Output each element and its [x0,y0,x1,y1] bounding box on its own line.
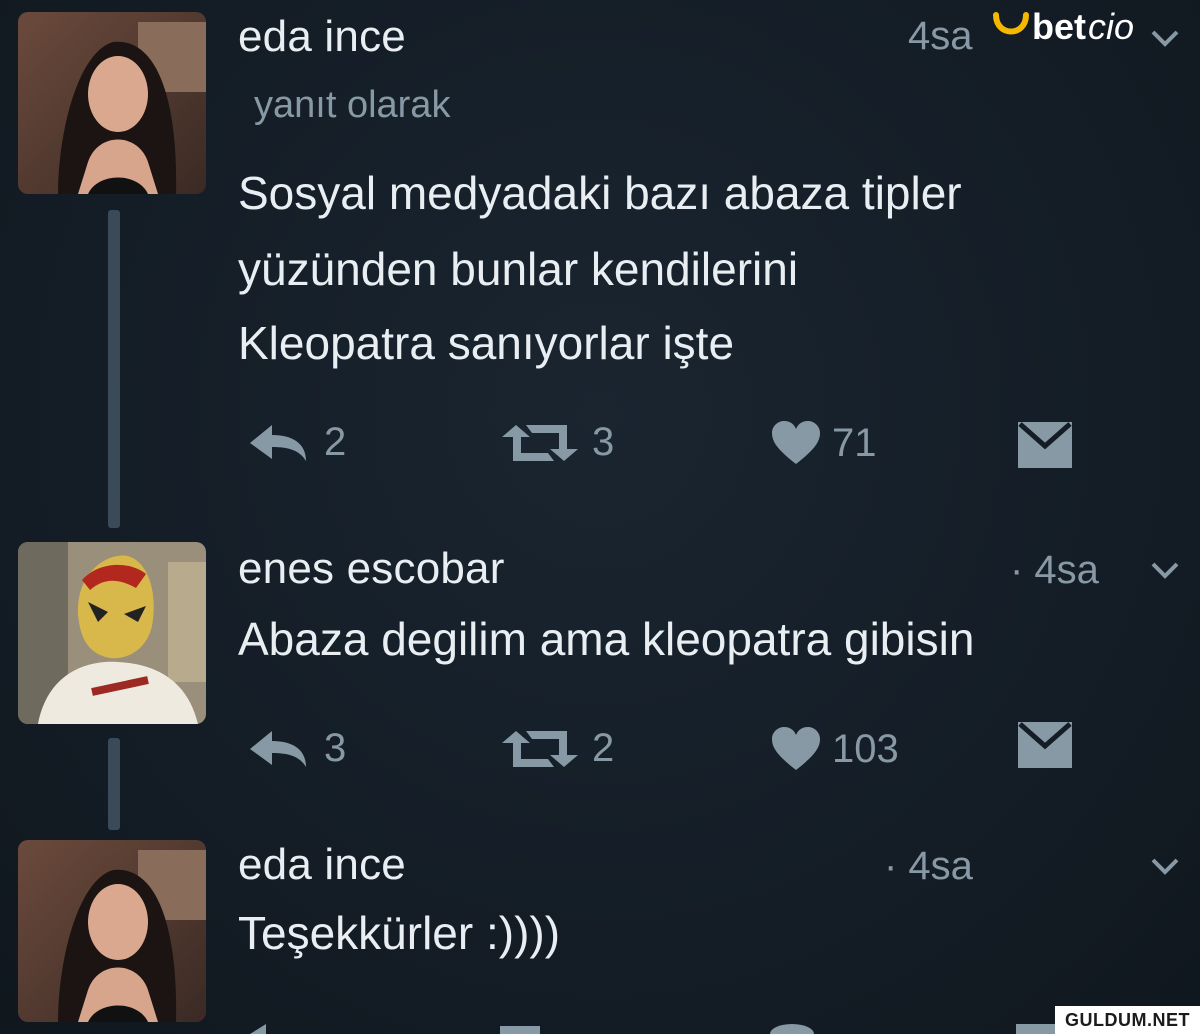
reply-icon [250,424,306,461]
message-icon[interactable] [1016,420,1074,470]
like-button[interactable]: 103 [770,726,899,772]
avatar[interactable] [18,12,206,194]
heart-icon [772,421,820,464]
retweet-button[interactable]: 2 [498,726,614,771]
avatar[interactable] [18,840,206,1022]
chevron-down-icon[interactable] [1150,856,1180,876]
tweet-text: Teşekkürler :)))) [238,907,561,959]
brand-logo-bold: bet [1032,6,1086,47]
action-row-cutoff [244,1018,1084,1034]
like-button[interactable]: 71 [770,420,877,466]
like-count: 71 [832,420,877,465]
author-name[interactable]: eda ince [238,840,406,890]
horseshoe-icon [993,12,1029,35]
reply-count: 3 [324,726,347,770]
timeline: eda ince 4sa bet cio yanıt olarak Sosyal … [0,0,1200,1034]
chevron-down-icon[interactable] [1150,560,1180,580]
retweet-count: 2 [592,726,615,770]
heart-icon [772,727,820,770]
retweet-count: 3 [592,420,615,464]
message-icon[interactable] [1016,720,1074,770]
thread-line [108,210,120,528]
retweet-icon [502,730,578,767]
author-name[interactable]: eda ince [238,12,406,62]
author-name[interactable]: enes escobar [238,544,505,594]
brand-logo-light: cio [1088,6,1135,47]
timestamp[interactable]: 4sa [908,14,973,59]
tweet-text: yüzünden bunlar kendilerini [238,243,799,295]
timestamp[interactable]: · 4sa [884,844,973,889]
reply-context: yanıt olarak [254,84,451,126]
retweet-button[interactable]: 3 [498,420,614,465]
thread-line [108,738,120,830]
tweet-text: Kleopatra sanıyorlar işte [238,317,735,369]
reply-button[interactable]: 2 [244,420,346,465]
watermark: GULDUM.NET [1055,1006,1200,1034]
reply-icon [250,730,306,767]
tweet-text: Abaza degilim ama kleopatra gibisin [238,613,975,665]
chevron-down-icon[interactable] [1150,28,1180,48]
tweet-text: Sosyal medyadaki bazı abaza tipler [238,167,962,219]
retweet-icon [502,424,578,461]
brand-logo: bet cio [992,6,1134,48]
reply-button[interactable]: 3 [244,726,346,771]
avatar[interactable] [18,542,206,724]
timestamp[interactable]: · 4sa [1010,548,1099,593]
like-count: 103 [832,726,899,771]
reply-count: 2 [324,420,347,464]
